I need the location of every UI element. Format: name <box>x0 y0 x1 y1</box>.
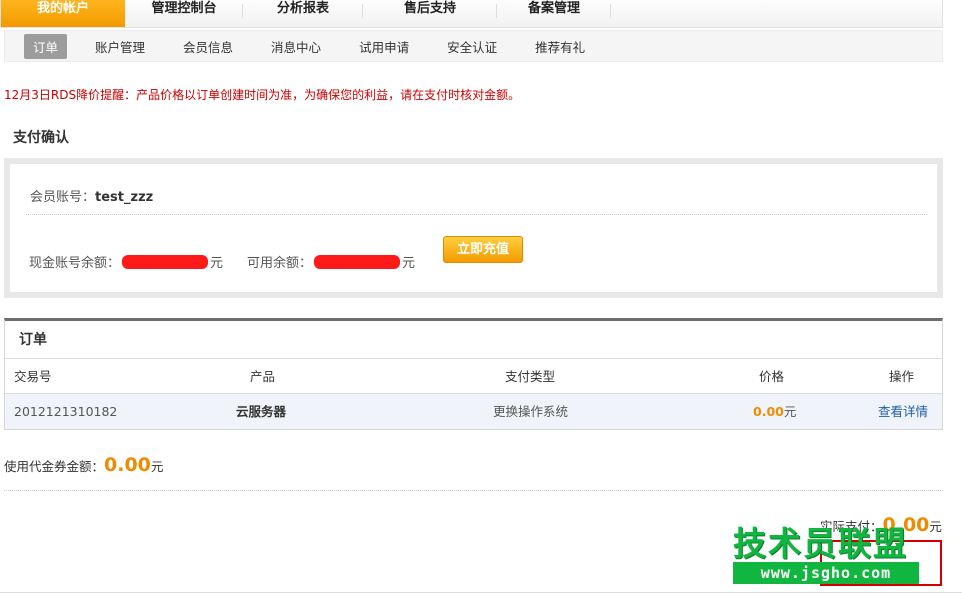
watermark-logo: 技术员联盟 www.jsgho.com <box>733 526 919 584</box>
subnav-item-messages[interactable]: 消息中心 <box>271 37 321 56</box>
tab-support-label: 售后支持 <box>403 1 456 16</box>
pay-type: 更换操作系统 <box>493 404 569 419</box>
tab-my-account[interactable]: 我的帐户 <box>1 0 125 27</box>
coupon-value: 0.00 <box>104 454 151 476</box>
col-action: 操作 <box>889 369 915 384</box>
orders-title: 订单 <box>5 321 942 359</box>
table-row: 2012121310182 云服务器 更换操作系统 0.00元 查看详情 <box>5 394 942 429</box>
tab-console-label: 管理控制台 <box>151 1 217 16</box>
available-balance-redacted <box>314 254 401 269</box>
transaction-id: 2012121310182 <box>14 404 118 419</box>
price-value: 0.00 <box>753 404 784 419</box>
tab-icp[interactable]: 备案管理 <box>497 0 611 27</box>
divider <box>0 592 962 593</box>
cash-balance-redacted <box>122 254 209 269</box>
tab-reports-label: 分析报表 <box>276 1 329 16</box>
subnav-item-orders[interactable]: 订单 <box>24 33 68 59</box>
subnav-item-member-info[interactable]: 会员信息 <box>183 37 233 56</box>
tab-icp-label: 备案管理 <box>527 1 580 16</box>
cash-balance-label: 现金账号余额： <box>29 256 121 271</box>
watermark-title: 技术员联盟 <box>733 524 908 563</box>
available-balance-unit: 元 <box>402 256 416 271</box>
member-account-value: test_zzz <box>95 190 154 205</box>
divider <box>26 214 927 215</box>
account-panel: 会员账号：test_zzz 现金账号余额： 元 可用余额： 元 立即充值 <box>4 158 943 298</box>
subnav-item-referral[interactable]: 推荐有礼 <box>535 37 585 56</box>
recharge-button[interactable]: 立即充值 <box>443 236 523 263</box>
price: 0.00元 <box>753 394 796 429</box>
tab-support[interactable]: 售后支持 <box>363 0 497 27</box>
price-unit: 元 <box>783 404 797 419</box>
tab-console[interactable]: 管理控制台 <box>125 0 243 27</box>
member-account-row: 会员账号：test_zzz <box>30 186 153 205</box>
product-name: 云服务器 <box>236 404 287 419</box>
orders-table: 订单 交易号 产品 支付类型 价格 操作 2012121310182 云服务器 … <box>4 318 943 430</box>
cash-balance-unit: 元 <box>210 256 224 271</box>
coupon-amount: 使用代金券金额：0.00元 <box>4 454 163 476</box>
balance-row: 现金账号余额： 元 可用余额： 元 <box>29 252 415 271</box>
sub-nav: 订单 账户管理 会员信息 消息中心 试用申请 安全认证 推荐有礼 <box>4 30 943 62</box>
subnav-item-account[interactable]: 账户管理 <box>95 37 145 56</box>
member-account-label: 会员账号： <box>30 190 96 205</box>
divider <box>4 490 943 491</box>
price-notice: 12月3日RDS降价提醒：产品价格以订单创建时间为准，为确保您的利益，请在支付时… <box>4 88 521 102</box>
tab-reports[interactable]: 分析报表 <box>243 0 363 27</box>
coupon-label: 使用代金券金额： <box>4 459 105 474</box>
col-product: 产品 <box>250 369 276 384</box>
subnav-item-trial[interactable]: 试用申请 <box>359 37 409 56</box>
subnav-item-security[interactable]: 安全认证 <box>447 37 497 56</box>
available-balance-label: 可用余额： <box>247 256 313 271</box>
table-header: 交易号 产品 支付类型 价格 操作 <box>5 359 942 394</box>
coupon-unit: 元 <box>150 459 164 474</box>
top-nav: 我的帐户 管理控制台 分析报表 售后支持 备案管理 <box>0 0 943 28</box>
col-transaction-id: 交易号 <box>14 369 52 384</box>
page-title: 支付确认 <box>13 130 69 146</box>
watermark-url: www.jsgho.com <box>733 562 919 584</box>
col-price: 价格 <box>759 369 785 384</box>
paid-unit: 元 <box>929 519 942 534</box>
view-details-link[interactable]: 查看详情 <box>878 394 928 429</box>
col-pay-type: 支付类型 <box>505 369 556 384</box>
